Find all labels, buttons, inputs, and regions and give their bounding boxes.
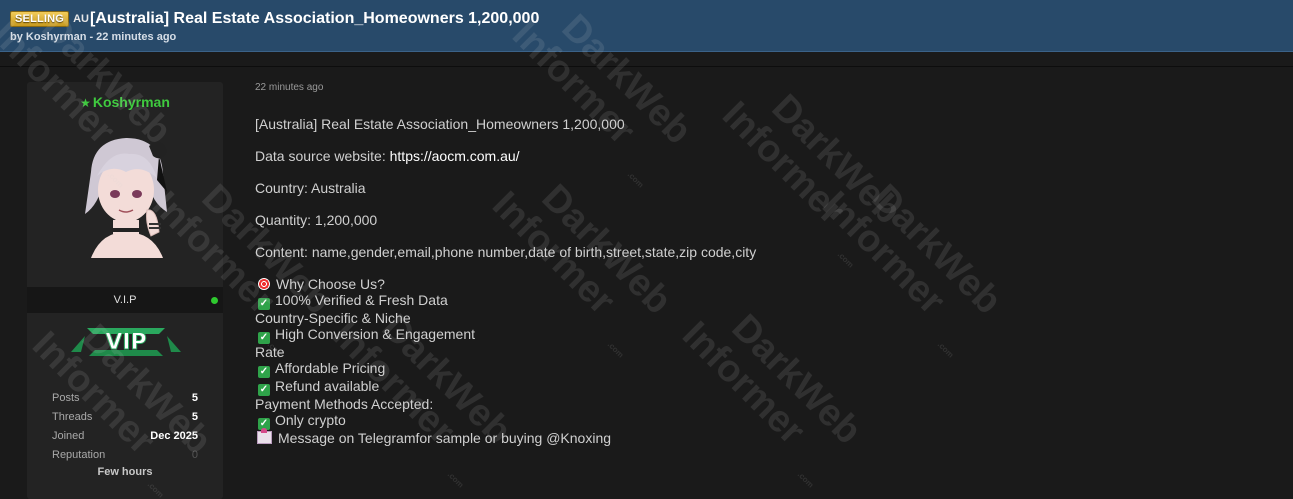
thread-meta[interactable]: by Koshyrman - 22 minutes ago (10, 31, 176, 43)
source-link[interactable]: https://aocm.com.au/ (390, 148, 520, 164)
stat-joined: Joined Dec 2025 (52, 430, 198, 449)
stat-label: Threads (52, 411, 93, 423)
crypto-text: Only crypto (275, 412, 346, 428)
post-body: [Australia] Real Estate Association_Home… (255, 116, 1255, 446)
thread-title: [Australia] Real Estate Association_Home… (89, 10, 540, 27)
source-label: Data source website: (255, 148, 390, 164)
refund-line: ✓ Refund available (255, 378, 1255, 396)
stat-value[interactable]: 5 (192, 392, 198, 411)
stat-value: Dec 2025 (150, 430, 198, 442)
post-title-line: [Australia] Real Estate Association_Home… (255, 116, 625, 132)
payment-line: Payment Methods Accepted: (255, 396, 434, 412)
why-line: Why Choose Us? (255, 276, 1255, 292)
divider (0, 66, 1293, 67)
usergroup-label: V.I.P (113, 294, 137, 306)
message-text: Message on Telegramfor sample or buying … (278, 430, 612, 446)
country-line: Country: Australia (255, 180, 366, 196)
refund-text: Refund available (275, 378, 380, 394)
stat-value[interactable]: 5 (192, 411, 198, 430)
last-seen: Few hours (97, 466, 153, 478)
checkmark-icon: ✓ (258, 384, 270, 396)
stat-label: Joined (52, 430, 85, 442)
stat-posts: Posts 5 (52, 392, 198, 411)
selling-badge[interactable]: SELLING (10, 11, 70, 27)
pricing-line: ✓ Affordable Pricing (255, 360, 1255, 378)
checkmark-icon: ✓ (258, 298, 270, 310)
pricing-text: Affordable Pricing (275, 360, 386, 376)
vip-badge: VIP (71, 328, 181, 356)
stat-threads: Threads 5 (52, 411, 198, 430)
checkmark-icon: ✓ (258, 366, 270, 378)
svg-text:.com: .com (796, 470, 816, 490)
why-text: Why Choose Us? (276, 276, 385, 292)
target-icon (258, 278, 270, 290)
country-code: AU (73, 13, 89, 25)
thread-header: SELLING AU [Australia] Real Estate Assoc… (0, 0, 1293, 52)
svg-text:.com: .com (446, 470, 466, 490)
user-stats: Posts 5 Threads 5 Joined Dec 2025 Reputa… (52, 392, 198, 468)
rate-line: Rate (255, 344, 285, 360)
username[interactable]: Koshyrman (93, 94, 170, 110)
avatar[interactable] (71, 132, 181, 258)
niche-line: Country-Specific & Niche (255, 310, 411, 326)
message-line: Message on Telegramfor sample or buying … (255, 428, 1255, 446)
online-status-icon (211, 297, 218, 304)
quantity-line: Quantity: 1,200,000 (255, 212, 378, 228)
crypto-line: ✓ Only crypto (255, 412, 1255, 430)
usergroup-bar: V.I.P (27, 287, 223, 313)
content-line: Content: name,gender,email,phone number,… (255, 244, 757, 260)
stat-label: Posts (52, 392, 80, 404)
vip-badge-text: VIP (105, 330, 146, 355)
conversion-text: High Conversion & Engagement (275, 326, 476, 342)
verified-line: ✓ 100% Verified & Fresh Data (255, 292, 1255, 310)
source-line: Data source website: https://aocm.com.au… (255, 148, 1255, 164)
verified-text: 100% Verified & Fresh Data (275, 292, 448, 308)
username-row: ★ Koshyrman (27, 94, 223, 112)
checkmark-icon: ✓ (258, 332, 270, 344)
thread-title-row: SELLING AU [Australia] Real Estate Assoc… (10, 10, 539, 28)
user-panel: ★Koshyrman V.I.P VIP Posts 5 Threads 5 (27, 82, 223, 499)
conversion-line: ✓ High Conversion & Engagement (255, 326, 1255, 344)
star-icon: ★ (80, 96, 91, 110)
post-date[interactable]: 22 minutes ago (255, 82, 323, 93)
envelope-icon (257, 428, 272, 444)
